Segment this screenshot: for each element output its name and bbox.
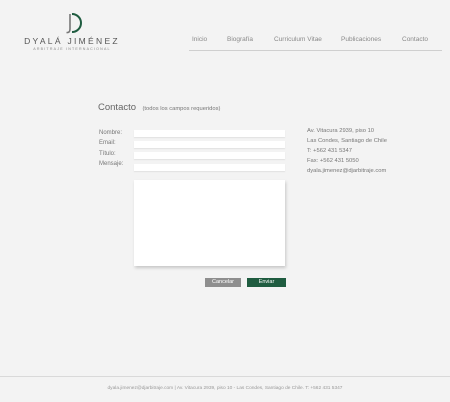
nombre-field[interactable] <box>134 130 285 137</box>
info-city: Las Condes, Santiago de Chile <box>307 138 387 144</box>
page-title: Contacto (todos los campos requeridos) <box>98 97 220 115</box>
cancel-button[interactable]: Cancelar <box>205 278 241 287</box>
mensaje-label: Mensaje: <box>99 161 124 167</box>
titulo-label: Título: <box>99 151 116 157</box>
info-fax: Fax: +562 431 5050 <box>307 158 359 164</box>
nav-item-inicio[interactable]: Inicio <box>192 36 207 43</box>
titulo-field[interactable] <box>134 152 285 159</box>
email-label: Email: <box>99 140 116 146</box>
nombre-label: Nombre: <box>99 130 123 136</box>
nav-item-contacto[interactable]: Contacto <box>402 36 428 43</box>
info-phone: T: +562 431 5347 <box>307 148 352 154</box>
nav-item-curriculum[interactable]: Curriculum Vitae <box>274 36 322 43</box>
info-address: Av. Vitacura 2939, piso 10 <box>307 128 375 134</box>
send-button[interactable]: Enviar <box>247 278 286 287</box>
brand-name: DYALÁ JIMÉNEZ <box>24 36 120 46</box>
footer-divider <box>0 376 450 377</box>
brand-tagline: ARBITRAJE INTERNACIONAL <box>33 47 111 51</box>
main-nav: Inicio Biografía Curriculum Vitae Public… <box>189 35 442 51</box>
mensaje-subject-field[interactable] <box>134 164 285 171</box>
page-title-text: Contacto <box>98 102 137 113</box>
mensaje-textarea[interactable] <box>134 180 285 266</box>
nav-item-publicaciones[interactable]: Publicaciones <box>341 36 381 43</box>
page-subtitle: (todos los campos requeridos) <box>142 106 221 112</box>
nav-item-biografia[interactable]: Biografía <box>227 36 253 43</box>
dj-monogram-icon <box>66 13 82 34</box>
info-email[interactable]: dyala.jimenez@djarbitraje.com <box>307 168 386 174</box>
email-field[interactable] <box>134 141 285 148</box>
logo[interactable]: DYALÁ JIMÉNEZ ARBITRAJE INTERNACIONAL <box>24 12 120 51</box>
footer-text: dyala.jimenez@djarbitraje.com | Av. Vita… <box>107 386 343 391</box>
